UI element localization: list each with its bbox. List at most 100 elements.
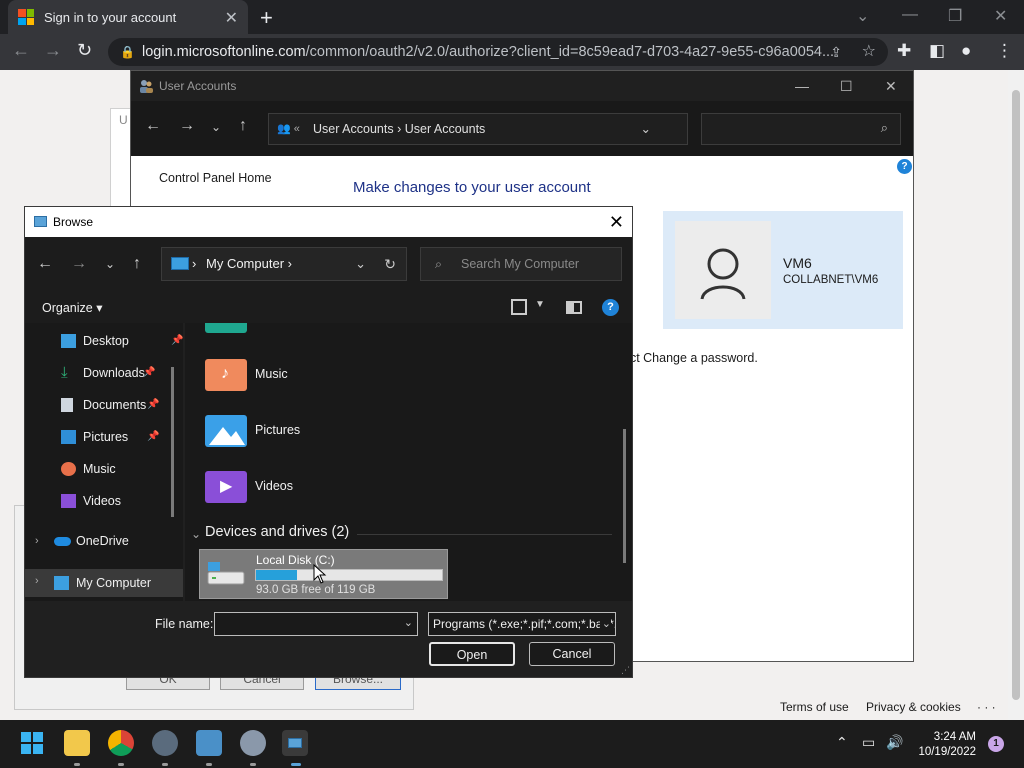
browse-up-button[interactable]: ↑	[133, 255, 141, 273]
start-button[interactable]	[21, 732, 43, 754]
folder-name-videos[interactable]: Videos	[255, 479, 293, 493]
new-tab-button[interactable]: +	[260, 5, 273, 31]
share-icon[interactable]: ⇪	[830, 38, 842, 66]
browse-address-bar[interactable]: › My Computer › ⌄ ↻	[161, 247, 407, 281]
sidebar-item-onedrive[interactable]: OneDrive	[54, 527, 129, 555]
ua-breadcrumb-1[interactable]: User Accounts	[313, 122, 394, 136]
bookmark-star-icon[interactable]: ☆	[862, 38, 876, 66]
tab-search-icon[interactable]: ⌄	[856, 6, 869, 26]
volume-icon[interactable]: 🔊	[886, 734, 903, 751]
devices-drives-heading[interactable]: Devices and drives (2)	[205, 524, 349, 540]
pin-icon[interactable]: 📌	[147, 391, 159, 419]
browser-tab[interactable]: Sign in to your account ✕	[8, 0, 248, 34]
open-button[interactable]: Open	[429, 642, 515, 666]
ua-minimize-button[interactable]: —	[795, 71, 809, 101]
browse-forward-button[interactable]: →	[71, 255, 87, 273]
resize-grip-icon[interactable]: ⋰	[621, 665, 630, 676]
view-dropdown-icon[interactable]: ▼	[535, 299, 545, 310]
pin-icon[interactable]: 📌	[171, 327, 183, 355]
side-panel-icon[interactable]: ◧	[929, 41, 945, 61]
file-name-dropdown-icon[interactable]: ⌄	[404, 616, 413, 629]
privacy-link[interactable]: Privacy & cookies	[866, 700, 961, 714]
browse-dialog-taskbar-icon[interactable]	[282, 730, 308, 756]
page-scroll-thumb[interactable]	[1012, 90, 1020, 700]
more-options-icon[interactable]: · · ·	[977, 700, 996, 714]
file-type-dropdown-icon[interactable]: ⌄	[599, 613, 611, 635]
back-button[interactable]: ←	[12, 40, 30, 61]
ua-location-icon: 👥 «	[277, 123, 300, 135]
browse-dialog: Browse ✕ ← → ⌄ ↑ › My Computer › ⌄ ↻ ⌕ S…	[24, 206, 633, 678]
clock[interactable]: 3:24 AM 10/19/2022	[916, 730, 976, 760]
file-name-input[interactable]: ⌄	[214, 612, 418, 636]
downloads-folder-icon[interactable]	[205, 323, 247, 333]
browse-back-button[interactable]: ←	[37, 255, 53, 273]
ua-address-bar[interactable]: 👥 « User Accounts › User Accounts ⌄ ↻	[268, 113, 719, 145]
ua-recent-dropdown-icon[interactable]: ⌄	[211, 120, 221, 134]
ua-address-dropdown-icon[interactable]: ⌄	[641, 114, 651, 144]
file-type-select[interactable]: Programs (*.exe;*.pif;*.com;*.bat;*.cmd)…	[428, 612, 616, 636]
close-window-button[interactable]: ✕	[994, 6, 1007, 26]
sidebar-item-desktop[interactable]: Desktop 📌	[61, 327, 183, 355]
expand-my-computer-icon[interactable]: ›	[35, 575, 39, 587]
pin-icon[interactable]: 📌	[147, 423, 159, 451]
control-panel-icon[interactable]	[196, 730, 222, 756]
browse-refresh-icon[interactable]: ↻	[384, 248, 396, 280]
cancel-button[interactable]: Cancel	[529, 642, 615, 666]
user-accounts-taskbar-icon[interactable]	[240, 730, 266, 756]
preview-pane-icon[interactable]	[566, 301, 582, 314]
notification-badge[interactable]: 1	[988, 736, 1004, 752]
file-list-scrollbar[interactable]	[623, 429, 626, 563]
sidebar-item-videos[interactable]: Videos	[61, 487, 121, 515]
music-folder-icon[interactable]: ♪	[205, 359, 247, 391]
forward-button[interactable]: →	[44, 40, 62, 61]
ua-close-button[interactable]: ✕	[885, 71, 897, 101]
folder-name-pictures[interactable]: Pictures	[255, 423, 300, 437]
expand-onedrive-icon[interactable]: ›	[35, 535, 39, 547]
sidebar-item-label: Documents	[83, 398, 147, 412]
browse-address-text[interactable]: My Computer	[206, 256, 284, 271]
sidebar-item-pictures[interactable]: Pictures 📌	[61, 423, 159, 451]
browse-close-button[interactable]: ✕	[609, 207, 624, 237]
extensions-icon[interactable]: ✚	[897, 41, 911, 61]
reload-button[interactable]: ↻	[77, 40, 92, 61]
ua-up-button[interactable]: ↑	[239, 117, 247, 135]
running-indicator	[118, 763, 124, 766]
settings-gear-icon[interactable]	[152, 730, 178, 756]
folder-name-music[interactable]: Music	[255, 367, 288, 381]
sidebar-item-documents[interactable]: Documents 📌	[61, 391, 159, 419]
address-bar[interactable]: 🔒 login.microsoftonline.com/common/oauth…	[108, 38, 888, 66]
view-options-icon[interactable]	[511, 299, 527, 315]
collapse-group-icon[interactable]: ⌄	[191, 527, 201, 541]
ua-search-input[interactable]: ⌕	[701, 113, 901, 145]
sidebar-item-downloads[interactable]: ⤓ Downloads 📌	[61, 359, 155, 387]
ua-breadcrumb-2[interactable]: User Accounts	[405, 122, 486, 136]
taskbar: ⌃ ▭ 🔊 3:24 AM 10/19/2022 1	[0, 720, 1024, 768]
browse-search-input[interactable]: ⌕ Search My Computer	[420, 247, 622, 281]
pin-icon[interactable]: 📌	[143, 359, 155, 387]
menu-icon[interactable]: ⋮	[996, 41, 1013, 61]
show-hidden-icons-icon[interactable]: ⌃	[836, 734, 848, 751]
ua-back-button[interactable]: ←	[145, 117, 161, 135]
browse-footer: File name: ⌄ Programs (*.exe;*.pif;*.com…	[25, 601, 632, 677]
sidebar-item-my-computer[interactable]: My Computer	[54, 569, 151, 597]
browse-address-dropdown-icon[interactable]: ⌄	[355, 248, 366, 280]
profile-icon[interactable]: ●	[961, 41, 971, 61]
restore-button[interactable]: ❐	[948, 6, 962, 26]
file-explorer-icon[interactable]	[64, 730, 90, 756]
terms-of-use-link[interactable]: Terms of use	[780, 700, 849, 714]
network-icon[interactable]: ▭	[862, 734, 875, 751]
close-tab-icon[interactable]: ✕	[225, 8, 238, 28]
pictures-folder-icon[interactable]	[205, 415, 247, 447]
browse-recent-dropdown-icon[interactable]: ⌄	[105, 257, 115, 271]
help-icon[interactable]: ?	[602, 299, 619, 316]
control-panel-home-link[interactable]: Control Panel Home	[159, 171, 272, 185]
help-icon[interactable]: ?	[897, 159, 912, 174]
ua-maximize-button[interactable]: ☐	[840, 71, 853, 101]
organize-button[interactable]: Organize ▾	[42, 300, 102, 315]
minimize-button[interactable]: —	[902, 6, 918, 24]
sidebar-scrollbar[interactable]	[171, 367, 174, 517]
sidebar-item-music[interactable]: Music	[61, 455, 116, 483]
ua-forward-button[interactable]: →	[179, 117, 195, 135]
chrome-icon[interactable]	[108, 730, 134, 756]
videos-folder-icon[interactable]: ▶	[205, 471, 247, 503]
